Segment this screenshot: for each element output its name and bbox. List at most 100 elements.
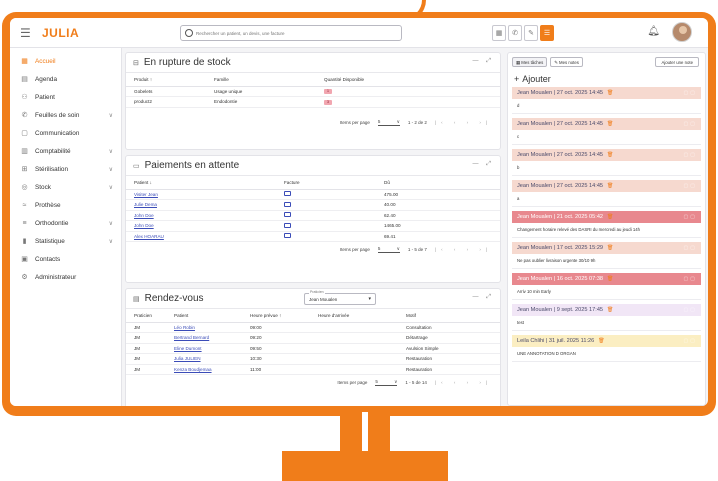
trash-icon[interactable]: 🗑︎ [607, 245, 613, 251]
patient-link[interactable]: John Doe [134, 223, 154, 228]
app-logo[interactable]: JULIA [42, 26, 79, 40]
bell-icon[interactable]: 🔔︎ [647, 26, 660, 37]
sidebar-item-3[interactable]: ✆ Feuilles de soin ∨ [10, 106, 121, 124]
note-actions[interactable]: ▢▢ [684, 307, 697, 313]
search-input[interactable] [196, 30, 396, 36]
page-size-select[interactable]: 5 ∨ [377, 119, 400, 126]
column-header[interactable]: Patient [166, 309, 242, 323]
note-item[interactable]: Leila Chlihi | 31 juil. 2025 11:26 🗑︎ ▢▢ UN… [512, 335, 701, 362]
invoice-icon[interactable] [284, 212, 291, 218]
add-task-link[interactable]: + Ajouter [514, 74, 701, 84]
sidebar-item-1[interactable]: ▤ Agenda [10, 70, 121, 88]
sidebar-item-11[interactable]: ▣ Contacts [10, 250, 121, 268]
note-actions[interactable]: ▢▢ [684, 214, 697, 220]
note-item[interactable]: Jean Moualen | 27 oct. 2025 14:45 🗑︎ ▢▢ b [512, 149, 701, 176]
chevron-down-icon[interactable]: ∨ [109, 112, 113, 119]
card-actions[interactable]: — ⤢ [473, 294, 494, 301]
notes-icon[interactable]: ☰ [540, 25, 554, 41]
trash-icon[interactable]: 🗑︎ [607, 276, 613, 282]
patient-link[interactable]: Julia JULIEN [174, 356, 201, 361]
column-header[interactable]: Heure prévue ↑ [242, 309, 310, 323]
tab-my-notes[interactable]: ✎ Mes notes [550, 57, 583, 67]
table-row[interactable]: Alex HOARAU 69.41 [126, 231, 500, 242]
trash-icon[interactable]: 🗑︎ [607, 90, 613, 96]
card-actions[interactable]: — ⤢ [473, 58, 494, 65]
chevron-down-icon[interactable]: ∨ [109, 148, 113, 155]
pager-nav-buttons[interactable]: |‹ ‹ › ›| [435, 380, 492, 385]
sidebar-item-5[interactable]: ▥ Comptabilité ∨ [10, 142, 121, 160]
pen-icon[interactable]: ✎ [524, 25, 538, 41]
table-row[interactable]: Julie Dema 40.00 [126, 199, 500, 211]
table-row[interactable]: JM Bertrand Bernard 09:20 Détartrage [126, 332, 500, 344]
patient-link[interactable]: Visiter Jean [134, 192, 158, 197]
patient-link[interactable]: John Doe [134, 213, 154, 218]
sidebar-item-2[interactable]: ⚇ Patient [10, 88, 121, 106]
sidebar-item-6[interactable]: ⊞ Stérilisation ∨ [10, 160, 121, 178]
note-item[interactable]: Jean Moualen | 16 oct. 2025 07:38 🗑︎ ▢▢ Arr… [512, 273, 701, 300]
table-row[interactable]: John Doe 62.40 [126, 210, 500, 221]
tab-my-tasks[interactable]: ▦ Mes tâches [512, 57, 548, 67]
chevron-down-icon[interactable]: ∨ [109, 220, 113, 227]
note-item[interactable]: Jean Moualen | 21 oct. 2025 05:42 🗑︎ ▢▢ Cha… [512, 211, 701, 238]
pager-nav-buttons[interactable]: |‹ ‹ › ›| [435, 120, 492, 125]
patient-link[interactable]: Julie Dema [134, 202, 157, 207]
sidebar-item-10[interactable]: ▮ Statistique ∨ [10, 232, 121, 250]
chevron-down-icon[interactable]: ∨ [109, 238, 113, 245]
column-header[interactable]: Patient ↓ [126, 176, 276, 190]
sidebar-item-4[interactable]: ▢ Communication [10, 124, 121, 142]
note-actions[interactable]: ▢▢ [684, 90, 697, 96]
trash-icon[interactable]: 🗑︎ [607, 307, 613, 313]
table-row[interactable]: John Doe 1465.00 [126, 220, 500, 232]
sidebar-item-0[interactable]: ▦ Accueil [10, 52, 121, 70]
patient-link[interactable]: Bertrand Bernard [174, 335, 209, 340]
page-size-select[interactable]: 5 ∨ [375, 379, 398, 386]
sidebar-item-12[interactable]: ⚙ Administrateur [10, 268, 121, 286]
trash-icon[interactable]: 🗑︎ [598, 338, 604, 344]
column-header[interactable]: Quantité Disponible [316, 73, 500, 87]
patient-link[interactable]: Alex HOARAU [134, 234, 164, 239]
column-header[interactable]: Facture [276, 176, 376, 190]
invoice-icon[interactable] [284, 191, 291, 197]
column-header[interactable]: Famille [206, 73, 316, 87]
card-actions[interactable]: — ⤢ [473, 161, 494, 168]
table-row[interactable]: product2 Endodontie 3 [126, 96, 500, 108]
trash-icon[interactable]: 🗑︎ [607, 152, 613, 158]
note-item[interactable]: Jean Moualen | 17 oct. 2025 15:29 🗑︎ ▢▢ Ne … [512, 242, 701, 269]
table-row[interactable]: JM Julia JULIEN 10:30 Restauration [126, 353, 500, 365]
add-note-button[interactable]: Ajouter une note [655, 57, 699, 67]
chevron-down-icon[interactable]: ∨ [109, 166, 113, 173]
column-header[interactable]: Motif [398, 309, 500, 323]
pager-nav-buttons[interactable]: |‹ ‹ › ›| [435, 247, 492, 252]
avatar[interactable] [672, 22, 692, 42]
column-header[interactable]: Praticien [126, 309, 166, 323]
page-size-select[interactable]: 5 ∨ [377, 246, 400, 253]
phone-icon[interactable]: ✆ [508, 25, 522, 41]
table-row[interactable]: Visiter Jean 475.00 [126, 189, 500, 200]
sidebar-item-7[interactable]: ◎ Stock ∨ [10, 178, 121, 196]
note-actions[interactable]: ▢▢ [684, 152, 697, 158]
invoice-icon[interactable] [284, 222, 291, 228]
patient-link[interactable]: Eline Dumont [174, 346, 202, 351]
note-item[interactable]: Jean Moualen | 27 oct. 2025 14:45 🗑︎ ▢▢ c [512, 118, 701, 145]
note-item[interactable]: Jean Moualen | 27 oct. 2025 14:45 🗑︎ ▢▢ d [512, 87, 701, 114]
menu-icon[interactable]: ☰ [20, 26, 36, 40]
note-actions[interactable]: ▢▢ [684, 245, 697, 251]
note-actions[interactable]: ▢▢ [684, 183, 697, 189]
sidebar-item-9[interactable]: ≡ Orthodontie ∨ [10, 214, 121, 232]
patient-link[interactable]: Kenza Boudjemaa [174, 367, 212, 372]
note-item[interactable]: Jean Moualen | 27 oct. 2025 14:45 🗑︎ ▢▢ a [512, 180, 701, 207]
invoice-icon[interactable] [284, 233, 291, 239]
chevron-down-icon[interactable]: ∨ [109, 184, 113, 191]
search-bar[interactable] [180, 25, 402, 41]
table-row[interactable]: JM Kenza Boudjemaa 11:00 Restauration [126, 364, 500, 375]
praticien-select[interactable]: Praticien Jean Moualen ▾ [304, 290, 376, 305]
note-actions[interactable]: ▢▢ [684, 121, 697, 127]
trash-icon[interactable]: 🗑︎ [607, 183, 613, 189]
column-header[interactable]: Heure d'arrivée [310, 309, 398, 323]
calendar-icon[interactable]: ▦ [492, 25, 506, 41]
column-header[interactable]: Dû [376, 176, 500, 190]
column-header[interactable]: Produit ↑ [126, 73, 206, 87]
table-row[interactable]: JM Eline Dumont 09:50 Avulsion Simple [126, 343, 500, 354]
trash-icon[interactable]: 🗑︎ [607, 121, 613, 127]
patient-link[interactable]: Léo Robin [174, 325, 195, 330]
